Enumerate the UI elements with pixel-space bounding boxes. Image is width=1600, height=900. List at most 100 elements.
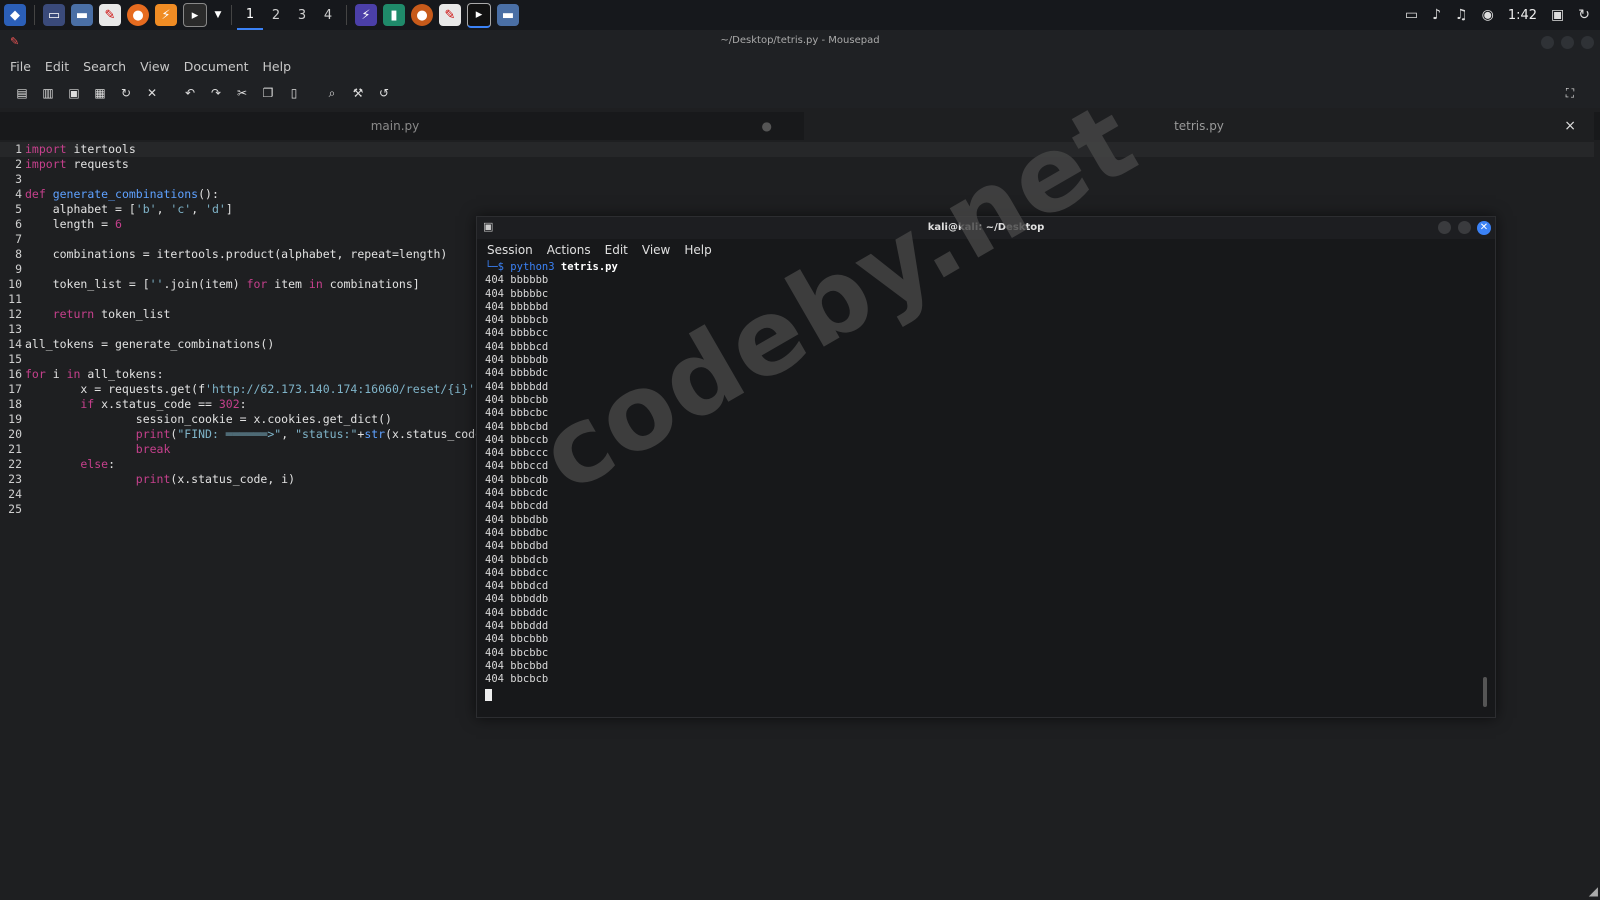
terminal-menu-help[interactable]: Help [684, 243, 711, 257]
menu-document[interactable]: Document [184, 59, 249, 74]
folder-icon[interactable]: ▬ [71, 4, 93, 26]
save-as-icon[interactable]: ▦ [90, 83, 110, 103]
terminal-output[interactable]: └─$ python3 tetris.py 404 bbbbbb 404 bbbb… [485, 261, 618, 701]
copy-icon[interactable]: ❐ [258, 83, 278, 103]
code-line[interactable]: 1 import itertools [0, 142, 1594, 157]
goto-icon[interactable]: ↺ [374, 83, 394, 103]
code-line[interactable]: 7 [0, 232, 25, 247]
text-editor-icon[interactable]: ✎ [99, 4, 121, 26]
terminal-icon[interactable]: ▸ [183, 3, 207, 27]
code-token: token_list [94, 307, 171, 321]
code-line[interactable]: 25 [0, 502, 25, 517]
taskbar-app-icon[interactable]: ▮ [383, 4, 405, 26]
code-line[interactable]: 12 return token_list [0, 307, 170, 322]
terminal-scrollbar[interactable] [1483, 677, 1487, 707]
code-line[interactable]: 6 length = 6 [0, 217, 122, 232]
terminal-menu-edit[interactable]: Edit [605, 243, 628, 257]
code-token: , [156, 202, 171, 216]
code-line[interactable]: 14 all_tokens = generate_combinations() [0, 337, 274, 352]
new-document-icon[interactable]: ▤ [12, 83, 32, 103]
menu-help[interactable]: Help [263, 59, 292, 74]
workspace-1[interactable]: 1 [237, 0, 263, 30]
close-icon[interactable]: ✕ [1477, 221, 1491, 235]
volume-icon[interactable]: ♪ [1432, 7, 1441, 23]
clock[interactable]: 1:42 [1508, 8, 1537, 23]
terminal-output-line: 404 bbbbdc [485, 367, 549, 380]
file-manager-icon[interactable]: ▬ [497, 4, 519, 26]
burp-icon[interactable]: ⚡ [155, 4, 177, 26]
taskbar-app-icon[interactable]: ⚡ [355, 4, 377, 26]
code-line[interactable]: 9 [0, 262, 25, 277]
find-replace-icon[interactable]: ⚒ [348, 83, 368, 103]
code-line[interactable]: 22 else: [0, 457, 115, 472]
close-doc-icon[interactable]: ✕ [142, 83, 162, 103]
code-line[interactable]: 8 combinations = itertools.product(alpha… [0, 247, 447, 262]
menu-edit[interactable]: Edit [45, 59, 69, 74]
minimize-button[interactable] [1438, 221, 1451, 234]
paste-icon[interactable]: ▯ [284, 83, 304, 103]
maximize-button[interactable] [1561, 36, 1574, 49]
window-icon[interactable]: ▭ [43, 4, 65, 26]
tab-main-py[interactable]: main.py ● [0, 112, 790, 140]
panel-separator [34, 5, 35, 25]
tab-tetris-py[interactable]: tetris.py × [804, 112, 1594, 140]
line-number: 17 [8, 382, 22, 396]
save-icon[interactable]: ▣ [64, 83, 84, 103]
tab-close-icon[interactable]: × [1564, 118, 1576, 134]
terminal-menubar: Session Actions Edit View Help [487, 243, 712, 257]
editor-titlebar[interactable]: ✎ ~/Desktop/tetris.py - Mousepad [0, 30, 1600, 54]
terminal-menu-session[interactable]: Session [487, 243, 533, 257]
workspace-2[interactable]: 2 [263, 0, 289, 30]
terminal-icon[interactable]: ▸ [467, 2, 491, 28]
terminal-menu-actions[interactable]: Actions [547, 243, 591, 257]
code-line[interactable]: 11 [0, 292, 25, 307]
text-editor-icon[interactable]: ✎ [439, 4, 461, 26]
terminal-titlebar[interactable]: ▣ kali@kali: ~/Desktop ✕ [477, 217, 1495, 239]
menu-search[interactable]: Search [83, 59, 126, 74]
new-window-icon[interactable]: ▥ [38, 83, 58, 103]
minimize-button[interactable] [1541, 36, 1554, 49]
menu-file[interactable]: File [10, 59, 31, 74]
code-line[interactable]: 23 print(x.status_code, i) [0, 472, 295, 487]
find-icon[interactable]: ⌕ [322, 83, 342, 103]
undo-icon[interactable]: ↶ [180, 83, 200, 103]
lock-icon[interactable]: ▣ [1551, 7, 1564, 23]
kali-menu-icon[interactable]: ◆ [4, 4, 26, 26]
reload-icon[interactable]: ↻ [116, 83, 136, 103]
redo-icon[interactable]: ↷ [206, 83, 226, 103]
code-line[interactable]: 18 if x.status_code == 302: [0, 397, 246, 412]
workspace-3[interactable]: 3 [289, 0, 315, 30]
firefox-icon[interactable]: ● [127, 4, 149, 26]
menu-view[interactable]: View [140, 59, 170, 74]
close-button[interactable] [1581, 36, 1594, 49]
terminal-menu-view[interactable]: View [642, 243, 670, 257]
code-line[interactable]: 4 def generate_combinations(): [0, 187, 219, 202]
line-number: 2 [15, 157, 22, 171]
bell-icon[interactable]: ♫ [1455, 7, 1468, 23]
code-token: 'b' [135, 202, 157, 216]
display-icon[interactable]: ▭ [1405, 7, 1418, 23]
power-manager-icon[interactable]: ◉ [1482, 7, 1494, 23]
resize-grip-icon[interactable]: ◢ [1589, 884, 1598, 898]
workspace-4[interactable]: 4 [315, 0, 341, 30]
code-line[interactable]: 17 x = requests.get(f'http://62.173.140.… [0, 382, 496, 397]
code-line[interactable]: 3 [0, 172, 25, 187]
code-line[interactable]: 15 [0, 352, 25, 367]
maximize-button[interactable] [1458, 221, 1471, 234]
code-line[interactable]: 19 session_cookie = x.cookies.get_dict() [0, 412, 392, 427]
chevron-down-icon[interactable]: ▼ [213, 4, 223, 26]
logout-icon[interactable]: ↻ [1578, 7, 1590, 23]
code-line[interactable]: 20 print("FIND: ══════>", "status:"+str(… [0, 427, 482, 442]
code-line[interactable]: 2 import requests [0, 157, 129, 172]
code-line[interactable]: 13 [0, 322, 25, 337]
code-line[interactable]: 5 alphabet = ['b', 'c', 'd'] [0, 202, 233, 217]
code-line[interactable]: 10 token_list = [''.join(item) for item … [0, 277, 420, 292]
code-line[interactable]: 21 break [0, 442, 170, 457]
cut-icon[interactable]: ✂ [232, 83, 252, 103]
code-line[interactable]: 16 for i in all_tokens: [0, 367, 163, 382]
firefox-icon[interactable]: ● [411, 4, 433, 26]
fullscreen-icon[interactable]: ⛶ [1560, 83, 1580, 103]
terminal-window[interactable]: ▣ kali@kali: ~/Desktop ✕ Session Actions… [476, 216, 1496, 718]
code-line[interactable]: 24 [0, 487, 25, 502]
code-token: '' [149, 277, 164, 291]
